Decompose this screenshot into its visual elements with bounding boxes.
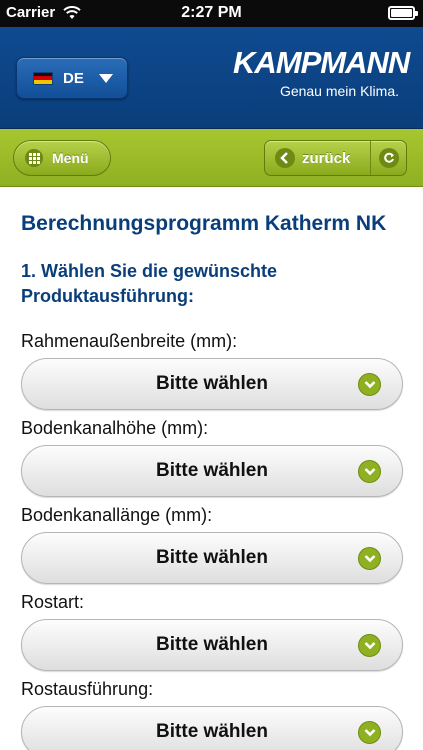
back-button[interactable]: zurück (265, 141, 371, 175)
reload-button[interactable] (371, 141, 406, 175)
channel-length-select[interactable]: Bitte wählen (21, 532, 403, 584)
main-content: Berechnungsprogramm Katherm NK 1. Wählen… (21, 187, 405, 750)
grid-menu-icon (25, 149, 43, 167)
field-label: Rostart: (21, 592, 85, 612)
menu-button[interactable]: Menü (13, 140, 111, 176)
select-value: Bitte wählen (156, 373, 268, 394)
language-selector-button[interactable]: DE (16, 57, 128, 99)
grille-type-select[interactable]: Bitte wählen (21, 619, 403, 671)
app-header: DE KAMPMANN Genau mein Klima. (0, 27, 423, 129)
language-label: DE (63, 69, 84, 87)
field-label: Rahmenaußenbreite (mm): (21, 331, 238, 351)
field-group: Rahmenaußenbreite (mm): Bitte wählen (21, 330, 405, 410)
field-label: Bodenkanallänge (mm): (21, 505, 213, 525)
field-group: Rostart: Bitte wählen (21, 591, 405, 671)
field-group: Bodenkanallänge (mm): Bitte wählen (21, 504, 405, 584)
dropdown-caret-icon (99, 74, 113, 83)
grille-finish-select[interactable]: Bitte wählen (21, 706, 403, 750)
back-reload-group: zurück (264, 140, 407, 176)
reload-icon (378, 148, 399, 168)
chevron-down-icon (358, 373, 381, 396)
page-title: Berechnungsprogramm Katherm NK (21, 212, 387, 235)
channel-height-select[interactable]: Bitte wählen (21, 445, 403, 497)
select-value: Bitte wählen (156, 721, 268, 742)
german-flag-icon (33, 71, 53, 85)
logo-wordmark: KAMPMANN (233, 45, 410, 80)
clock: 2:27 PM (181, 4, 242, 21)
menu-label: Menü (52, 150, 89, 166)
select-value: Bitte wählen (156, 634, 268, 655)
chevron-down-icon (358, 721, 381, 744)
step-title: 1. Wählen Sie die gewünschte Produktausf… (21, 261, 278, 306)
logo-tagline: Genau mein Klima. (279, 83, 399, 99)
field-group: Bodenkanalhöhe (mm): Bitte wählen (21, 417, 405, 497)
select-value: Bitte wählen (156, 547, 268, 568)
frame-width-select[interactable]: Bitte wählen (21, 358, 403, 410)
select-value: Bitte wählen (156, 460, 268, 481)
chevron-down-icon (358, 460, 381, 483)
back-label: zurück (302, 149, 351, 167)
chevron-down-icon (358, 634, 381, 657)
field-group: Rostausführung: Bitte wählen (21, 678, 405, 750)
field-label: Rostausführung: (21, 679, 154, 699)
battery-icon (388, 6, 418, 20)
navigation-bar: Menü zurück (0, 129, 423, 187)
kampmann-logo: KAMPMANN Genau mein Klima. (233, 45, 410, 99)
status-bar: Carrier 2:27 PM (0, 0, 423, 27)
chevron-down-icon (358, 547, 381, 570)
field-label: Bodenkanalhöhe (mm): (21, 418, 209, 438)
back-arrow-icon (275, 148, 295, 168)
